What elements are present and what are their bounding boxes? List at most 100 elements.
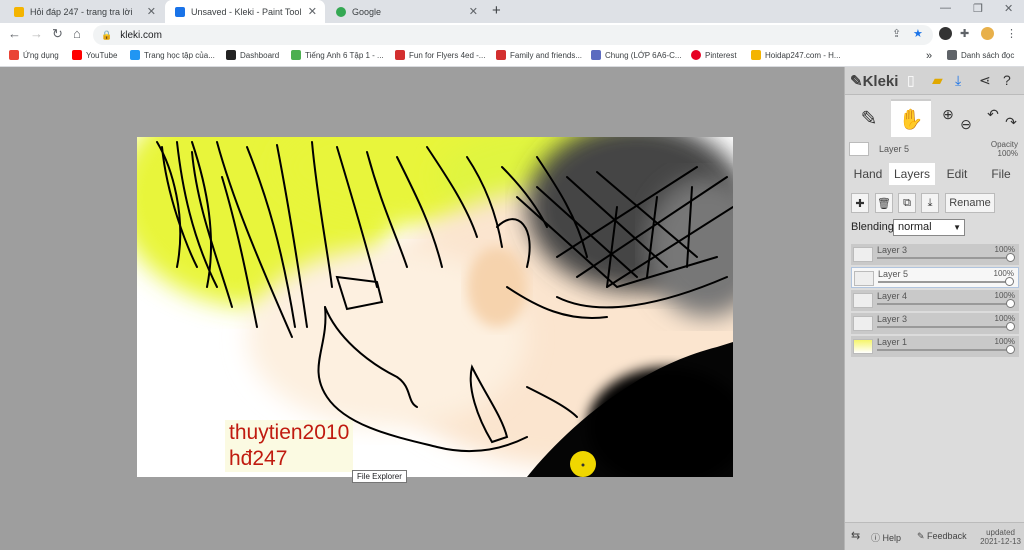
share-icon[interactable]: ⇪ (892, 27, 901, 40)
bookmark-pinterest[interactable]: Pinterest (691, 50, 737, 60)
bookmark-tieng-anh[interactable]: Tiếng Anh 6 Tập 1 - ... (291, 50, 384, 60)
bookmark-label: Tiếng Anh 6 Tập 1 - ... (305, 50, 384, 60)
bookmark-flyers[interactable]: Fun for Flyers 4ed -... (395, 50, 485, 60)
reading-list-icon (947, 50, 957, 60)
home-icon[interactable]: ⌂ (73, 26, 81, 41)
tab-file[interactable]: File (985, 163, 1017, 185)
layer-opacity-slider[interactable] (878, 281, 1010, 283)
address-bar[interactable]: 🔒 kleki.com (93, 25, 933, 45)
add-layer-icon[interactable]: ✚ (851, 193, 869, 213)
layer-opacity-slider[interactable] (877, 303, 1009, 305)
close-tab-icon[interactable]: ✕ (147, 5, 156, 18)
bookmark-apps[interactable]: Ứng dụng (9, 50, 59, 60)
bookmark-youtube[interactable]: YouTube (72, 50, 117, 60)
tab-google[interactable]: Google ✕ (326, 0, 486, 23)
brush-tool-icon[interactable]: ✎ (849, 99, 889, 137)
layer-thumbnail (853, 316, 873, 331)
help-link[interactable]: ⓘ Help (871, 531, 901, 544)
feedback-icon: ✎ (917, 531, 928, 541)
rename-button[interactable]: Rename (945, 193, 995, 213)
swap-icon[interactable]: ⇆ (851, 529, 860, 542)
updated-date: 2021-12-13 (980, 537, 1021, 546)
layer-opacity-knob[interactable] (1006, 253, 1015, 262)
canvas-workspace[interactable]: thuytien2010 hđ247 (0, 67, 844, 550)
tool-row: ✎ ✋ ⊕ ⊖ ↶ ↷ (845, 99, 1024, 139)
layer-opacity-slider[interactable] (877, 326, 1009, 328)
layer-item[interactable]: Layer 4 100% (851, 290, 1019, 311)
layer-item[interactable]: Layer 3 100% (851, 244, 1019, 265)
tab-hoidap[interactable]: Hỏi đáp 247 - trang tra lời ✕ (4, 0, 164, 23)
merge-layer-icon[interactable]: ⤓ (921, 193, 939, 213)
bookmark-family[interactable]: Family and friends... (496, 50, 582, 60)
bookmark-star-icon[interactable]: ★ (913, 27, 923, 40)
bookmark-label: Chung (LỚP 6A6-C... (605, 50, 682, 60)
url-text: kleki.com (120, 29, 162, 41)
open-folder-icon[interactable]: ▰ (932, 72, 943, 89)
puzzle-extensions-icon[interactable]: ✚ (960, 27, 969, 40)
download-icon[interactable]: ⤓ (955, 72, 961, 89)
tab-hand[interactable]: Hand (849, 163, 887, 185)
tab-layers[interactable]: Layers (889, 163, 935, 185)
kleki-logo[interactable]: ✎Kleki (850, 72, 898, 90)
bookmark-label: Fun for Flyers 4ed -... (409, 50, 486, 60)
globe-icon (291, 50, 301, 60)
blending-select[interactable]: normal ▼ (893, 219, 965, 236)
reload-icon[interactable]: ↻ (52, 26, 63, 42)
reading-list[interactable]: Danh sách đọc (947, 50, 1014, 60)
layer-list: Layer 3 100% Layer 5 100% Layer 4 100% L… (851, 244, 1019, 359)
layer-name: Layer 5 (878, 269, 909, 279)
layer-opacity-slider[interactable] (877, 349, 1009, 351)
layer-name: Layer 1 (877, 337, 908, 347)
zoom-out-icon[interactable]: ⊖ (955, 105, 977, 143)
back-icon[interactable]: ← (8, 26, 21, 41)
menu-kebab-icon[interactable]: ⋮ (1006, 27, 1017, 40)
undo-icon[interactable]: ↶ (983, 95, 1003, 133)
layer-item[interactable]: Layer 3 100% (851, 313, 1019, 334)
layer-opacity-slider[interactable] (877, 257, 1009, 259)
help-label: Help (882, 533, 902, 543)
close-tab-icon[interactable]: ✕ (308, 5, 317, 18)
maximize-icon[interactable]: ❐ (973, 2, 983, 15)
tab-kleki[interactable]: Unsaved - Kleki - Paint Tool ✕ (165, 0, 325, 23)
bookmark-label: Dashboard (240, 50, 280, 60)
apps-grid-icon (9, 50, 19, 60)
layer-opacity-knob[interactable] (1005, 277, 1014, 286)
artwork (137, 137, 733, 477)
bookmark-dashboard[interactable]: Dashboard (226, 50, 279, 60)
close-window-icon[interactable]: ✕ (1004, 2, 1013, 15)
redo-icon[interactable]: ↷ (1001, 103, 1021, 141)
watermark-line-2: hđ247 (229, 447, 288, 470)
layer-item-selected[interactable]: Layer 5 100% (851, 267, 1019, 288)
new-image-icon[interactable]: ▯ (907, 72, 915, 89)
opacity-readout[interactable]: Opacity 100% (991, 140, 1018, 158)
bookmark-chung[interactable]: Chung (LỚP 6A6-C... (591, 50, 682, 60)
extension-icon[interactable] (939, 27, 952, 40)
layer-item[interactable]: Layer 1 100% (851, 336, 1019, 357)
share-icon[interactable]: ⋖ (979, 72, 991, 89)
drawing-canvas[interactable]: thuytien2010 hđ247 (137, 137, 733, 477)
blending-label: Blending (851, 221, 894, 233)
delete-layer-icon[interactable]: 🗑 (875, 193, 893, 213)
layer-opacity-knob[interactable] (1006, 299, 1015, 308)
duplicate-layer-icon[interactable]: ⧉ (898, 193, 916, 213)
hand-tool-icon[interactable]: ✋ (891, 99, 931, 137)
opacity-value: 100% (997, 149, 1018, 158)
bookmark-study[interactable]: Trang học tập của... (130, 50, 215, 60)
bookmarks-overflow[interactable]: » (926, 50, 932, 62)
dashboard-icon (226, 50, 236, 60)
help-circle-icon[interactable]: ? (1003, 72, 1011, 88)
feedback-label: Feedback (927, 531, 967, 541)
tab-edit[interactable]: Edit (939, 163, 975, 185)
layer-opacity-knob[interactable] (1006, 345, 1015, 354)
forward-icon[interactable]: → (30, 26, 43, 41)
new-tab-icon[interactable]: + (492, 2, 501, 19)
minimize-icon[interactable]: — (940, 2, 951, 14)
layer-opacity-knob[interactable] (1006, 322, 1015, 331)
layer-thumbnail (853, 293, 873, 308)
close-tab-icon[interactable]: ✕ (469, 5, 478, 18)
help-icon: ⓘ (871, 533, 883, 543)
bookmark-hoidap[interactable]: Hoidap247.com - H... (751, 50, 841, 60)
chevron-down-icon: ▼ (953, 223, 961, 232)
feedback-link[interactable]: ✎ Feedback (917, 531, 967, 542)
profile-avatar-icon[interactable] (981, 27, 994, 40)
